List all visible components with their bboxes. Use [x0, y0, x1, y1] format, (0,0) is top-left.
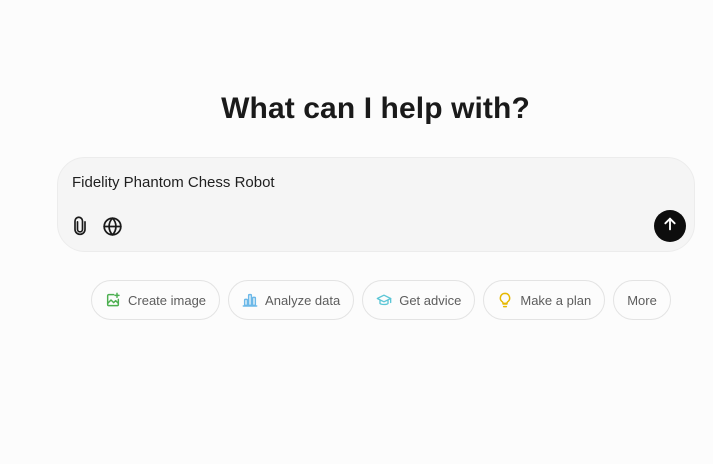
arrow-up-icon	[662, 216, 678, 237]
prompt-input[interactable]: Fidelity Phantom Chess Robot	[72, 174, 275, 191]
image-icon	[105, 292, 121, 308]
search-web-button[interactable]	[99, 213, 125, 239]
chip-label: Make a plan	[520, 292, 592, 308]
paperclip-icon	[70, 216, 90, 236]
analyze-data-chip[interactable]: Analyze data	[228, 280, 355, 320]
bar-chart-icon	[242, 292, 258, 308]
create-image-chip[interactable]: Create image	[91, 280, 221, 320]
get-advice-chip[interactable]: Get advice	[362, 280, 476, 320]
chip-label: Analyze data	[265, 292, 341, 308]
suggestion-chips: Create image Analyze data Get advice Mak…	[91, 280, 671, 320]
attach-button[interactable]	[67, 213, 93, 239]
send-button[interactable]	[654, 210, 686, 242]
lightbulb-icon	[497, 292, 513, 308]
graduation-cap-icon	[376, 292, 392, 308]
page-title: What can I help with?	[221, 92, 530, 125]
globe-icon	[102, 216, 123, 237]
prompt-composer[interactable]: Fidelity Phantom Chess Robot	[57, 157, 695, 252]
chip-label: Create image	[128, 292, 207, 308]
chip-label: More	[627, 292, 657, 308]
more-chip[interactable]: More	[613, 280, 671, 320]
chip-label: Get advice	[399, 292, 462, 308]
make-a-plan-chip[interactable]: Make a plan	[483, 280, 606, 320]
